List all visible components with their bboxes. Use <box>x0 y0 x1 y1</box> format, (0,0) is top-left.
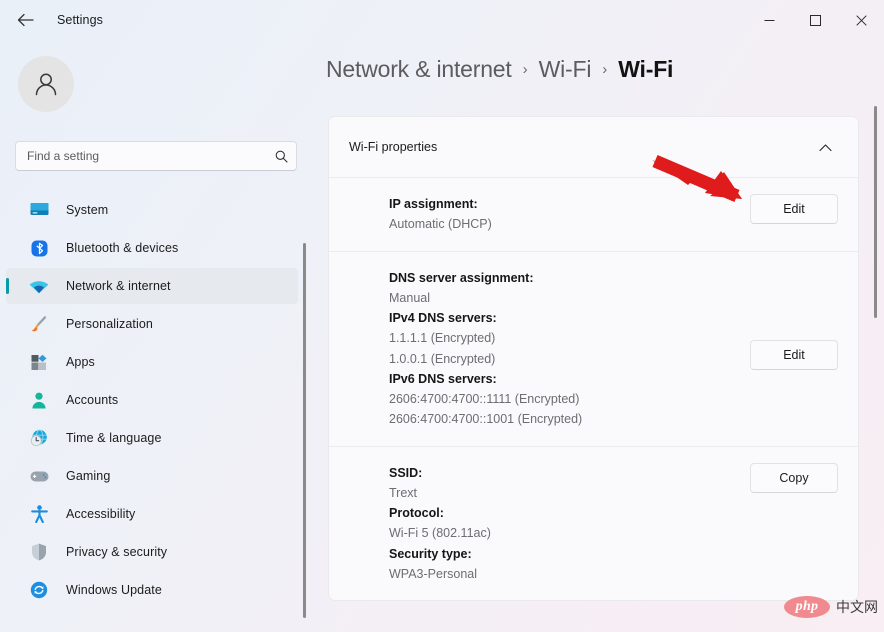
sidebar-item-label: System <box>66 203 109 217</box>
breadcrumb: Network & internet › Wi-Fi › Wi-Fi <box>326 56 673 83</box>
settings-window: Settings Find a setting System Bluetooth… <box>0 0 884 632</box>
update-refresh-icon <box>28 580 50 600</box>
monitor-icon <box>28 200 50 220</box>
sidebar-item-label: Windows Update <box>66 583 162 597</box>
maximize-button[interactable] <box>792 0 838 40</box>
card-header[interactable]: Wi-Fi properties <box>329 117 858 177</box>
sidebar-item-accessibility[interactable]: Accessibility <box>6 496 298 532</box>
watermark-text: 中文网 <box>836 600 878 616</box>
security-type-value: WPA3-Personal <box>389 566 477 581</box>
wifi-properties-card: Wi-Fi properties IP assignment: Automati… <box>328 116 859 601</box>
sidebar-item-label: Accessibility <box>66 507 136 521</box>
row-ip-assignment: IP assignment: Automatic (DHCP) Edit <box>329 177 858 251</box>
breadcrumb-item-network[interactable]: Network & internet <box>326 56 512 83</box>
sidebar-item-label: Bluetooth & devices <box>66 241 179 255</box>
search-box[interactable] <box>15 141 297 171</box>
copy-button-ssid[interactable]: Copy <box>750 462 838 493</box>
minimize-icon <box>764 19 774 21</box>
sidebar-item-accounts[interactable]: Accounts <box>6 382 298 418</box>
dns-assignment-value: Manual <box>389 290 430 305</box>
person-icon <box>28 390 50 410</box>
title-bar: Settings <box>0 0 884 40</box>
maximize-icon <box>809 14 821 26</box>
sidebar-item-bluetooth-devices[interactable]: Bluetooth & devices <box>6 230 298 266</box>
breadcrumb-item-wifi[interactable]: Wi-Fi <box>539 56 592 83</box>
breadcrumb-separator: › <box>522 61 528 78</box>
user-avatar-icon <box>35 73 57 96</box>
sidebar-item-apps[interactable]: Apps <box>6 344 298 380</box>
sidebar-item-label: Network & internet <box>66 279 171 293</box>
dns-assignment-label: DNS server assignment: <box>389 270 534 285</box>
row-ssid: SSID: Trext Protocol: Wi-Fi 5 (802.11ac)… <box>329 445 858 601</box>
accessibility-icon <box>28 504 50 524</box>
app-title: Settings <box>57 13 103 27</box>
back-button[interactable] <box>8 5 42 35</box>
shield-icon <box>28 542 50 562</box>
avatar[interactable] <box>18 56 74 112</box>
row-dns-server-assignment: DNS server assignment: Manual IPv4 DNS s… <box>329 250 858 446</box>
sidebar-item-time-language[interactable]: Time & language <box>6 420 298 456</box>
sidebar-item-windows-update[interactable]: Windows Update <box>6 572 298 608</box>
edit-button-dns[interactable]: Edit <box>750 339 838 370</box>
protocol-value: Wi-Fi 5 (802.11ac) <box>389 526 491 541</box>
minimize-button[interactable] <box>746 0 792 40</box>
paintbrush-icon <box>28 314 50 334</box>
sidebar-item-gaming[interactable]: Gaming <box>6 458 298 494</box>
security-type-label: Security type: <box>389 546 472 561</box>
ipv6-dns-value: 2606:4700:4700::1111 (Encrypted) 2606:47… <box>389 392 583 427</box>
edit-button-ip-assignment[interactable]: Edit <box>750 194 838 224</box>
php-logo: php <box>784 596 830 618</box>
sidebar-item-label: Gaming <box>66 469 111 483</box>
sidebar-item-privacy-security[interactable]: Privacy & security <box>6 534 298 570</box>
apps-icon <box>28 352 50 372</box>
sidebar-item-network-internet[interactable]: Network & internet <box>6 268 298 304</box>
ipv6-dns-label: IPv6 DNS servers: <box>389 371 497 386</box>
sidebar-item-label: Apps <box>66 355 95 369</box>
sidebar-scrollbar[interactable] <box>303 243 306 618</box>
ipv4-dns-label: IPv4 DNS servers: <box>389 311 497 325</box>
main-scrollbar[interactable] <box>874 106 877 318</box>
sidebar-item-label: Accounts <box>66 393 119 407</box>
breadcrumb-item-current: Wi-Fi <box>618 56 674 82</box>
sidebar-item-personalization[interactable]: Personalization <box>6 306 298 342</box>
gamepad-icon <box>28 466 50 486</box>
window-controls <box>746 0 884 40</box>
sidebar-nav: System Bluetooth & devices Network & int… <box>0 190 310 610</box>
chevron-up-icon[interactable] <box>812 134 838 160</box>
clock-globe-icon <box>28 428 50 448</box>
main-content: Network & internet › Wi-Fi › Wi-Fi Wi-Fi… <box>310 40 884 632</box>
back-arrow-icon <box>17 13 34 27</box>
close-icon <box>855 14 867 26</box>
watermark: php 中文网 <box>784 596 878 618</box>
sidebar-item-label: Privacy & security <box>66 545 168 559</box>
close-button[interactable] <box>838 0 884 40</box>
bluetooth-icon <box>28 238 50 258</box>
protocol-label: Protocol: <box>389 506 444 520</box>
sidebar: System Bluetooth & devices <box>0 40 310 632</box>
breadcrumb-separator: › <box>602 61 608 78</box>
wifi-icon <box>28 276 50 296</box>
search-input[interactable] <box>27 149 275 163</box>
sidebar-item-label: Time & language <box>66 431 162 445</box>
card-title: Wi-Fi properties <box>349 140 438 154</box>
sidebar-item-label: Personalization <box>66 317 153 331</box>
search-icon <box>275 150 288 163</box>
sidebar-item-system[interactable]: System <box>6 192 298 228</box>
